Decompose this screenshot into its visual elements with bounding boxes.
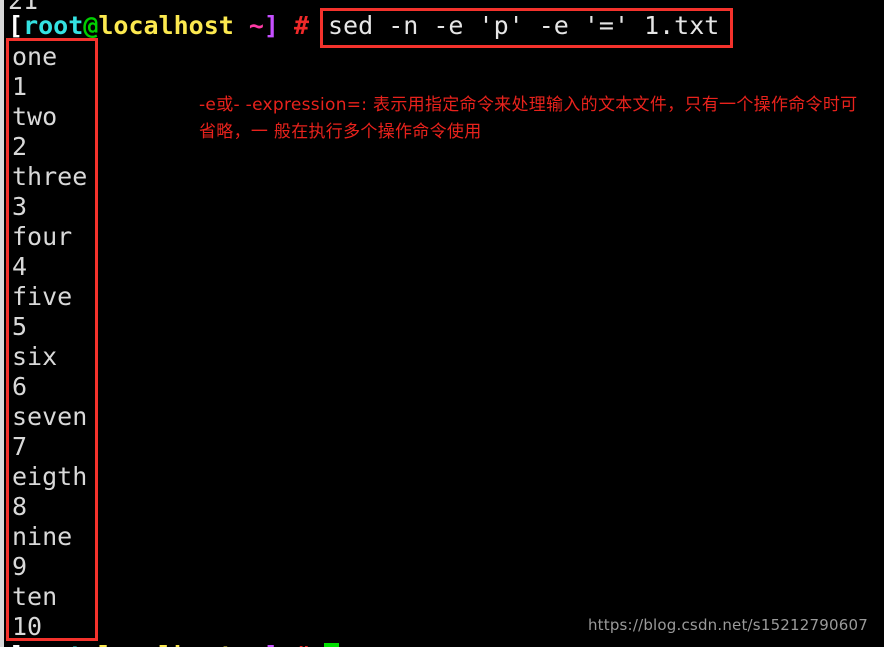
next-prompt-open-bracket: [: [8, 641, 23, 647]
prompt-at-symbol: @: [83, 11, 99, 40]
next-prompt-username: root: [23, 641, 83, 647]
prompt-hash-symbol: #: [278, 11, 310, 40]
prompt-close-bracket: ]: [263, 11, 279, 40]
next-prompt-close-bracket: ]: [264, 641, 279, 647]
output-line: ten: [12, 582, 58, 611]
output-line: 2: [12, 132, 28, 161]
next-prompt-cwd-tilde: ~: [234, 641, 264, 647]
annotation-expression-note: -e或- -expression=: 表示用指定命令来处理输入的文本文件，只有一…: [199, 95, 858, 142]
output-line: 10: [12, 612, 43, 641]
shell-prompt: [root@localhost ~] #: [8, 11, 309, 41]
watermark-url: https://blog.csdn.net/s15212790607: [587, 616, 868, 634]
output-line: 3: [12, 192, 28, 221]
output-line: four: [12, 222, 73, 251]
prompt-username: root: [23, 11, 84, 40]
terminal-window: 21 [root@localhost ~] # sed -n -e 'p' -e…: [0, 0, 884, 647]
next-prompt-hash-symbol: #: [279, 641, 324, 647]
output-line: 1: [12, 72, 28, 101]
prompt-cwd-tilde: ~: [233, 11, 264, 40]
output-line: 7: [12, 432, 28, 461]
prompt-open-bracket: [: [8, 11, 24, 40]
next-prompt-hostname: localhost: [98, 641, 233, 647]
output-line: 9: [12, 552, 28, 581]
text-cursor: [324, 643, 340, 647]
output-line: 8: [12, 492, 28, 521]
output-line: nine: [12, 522, 73, 551]
output-line: six: [12, 342, 58, 371]
output-line: 6: [12, 372, 28, 401]
command-input-text[interactable]: sed -n -e 'p' -e '=' 1.txt: [328, 11, 719, 41]
output-line: three: [12, 162, 88, 191]
output-line: 5: [12, 312, 28, 341]
next-shell-prompt: [root@localhost ~] #: [8, 641, 340, 647]
output-line: seven: [12, 402, 88, 431]
output-line: eigth: [12, 462, 88, 491]
output-line: one: [12, 42, 58, 71]
output-line: five: [12, 282, 73, 311]
next-prompt-at-symbol: @: [83, 641, 98, 647]
window-left-scrollbar[interactable]: [0, 0, 4, 647]
prompt-hostname: localhost: [98, 11, 234, 40]
output-line: 4: [12, 252, 28, 281]
output-line: two: [12, 102, 58, 131]
